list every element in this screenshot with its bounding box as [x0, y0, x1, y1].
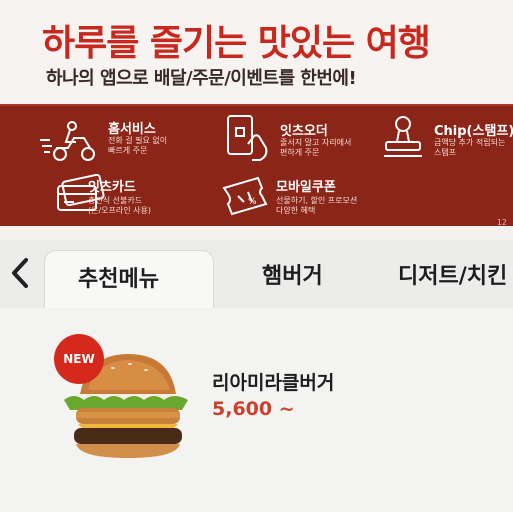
- feature-eats-card[interactable]: 잇츠카드 충전식 선불카드 (온/오프라인 사용): [54, 174, 224, 222]
- feature-desc-line: 다양한 혜택: [276, 206, 316, 215]
- phone-tap-icon: [227, 115, 268, 161]
- banner-footer: [0, 226, 513, 240]
- feature-chip-stamp[interactable]: Chip(스탬프) 금액당 추가 적립되는 스탬프: [380, 114, 513, 162]
- menu-item-name: 리아미라클버거: [212, 372, 335, 394]
- feature-desc-line: 스탬프: [434, 148, 457, 157]
- feature-desc-line: 충전식 선불카드: [88, 196, 143, 205]
- chevron-left-icon[interactable]: [8, 256, 38, 292]
- promo-banner[interactable]: 하루를 즐기는 맛있는 여행 하나의 앱으로 배달/주문/이벤트를 한번에! 홈…: [0, 0, 513, 240]
- banner-subline: 하나의 앱으로 배달/주문/이벤트를 한번에!: [46, 68, 357, 89]
- feature-mobile-coupon[interactable]: % 모바일쿠폰 선물하기, 할인 프로모션 다양한 혜택: [218, 174, 398, 222]
- svg-text:%: %: [248, 197, 257, 207]
- tab-label: 추천메뉴: [78, 267, 159, 292]
- tab-dessert-chicken[interactable]: 디저트/치킨: [398, 258, 507, 290]
- feature-panel: 홈서비스 전화 걸 필요 없이 빠르게 주문 잇츠오더 줄서지 말고 자리에서 …: [0, 104, 513, 228]
- feature-desc-line: 금액당 추가 적립되는: [434, 138, 506, 147]
- banner-headline: 하루를 즐기는 맛있는 여행: [42, 23, 431, 64]
- stamp-icon: [384, 116, 422, 157]
- feature-home-service[interactable]: 홈서비스 전화 걸 필요 없이 빠르게 주문: [38, 118, 208, 166]
- feature-eats-order[interactable]: 잇츠오더 줄서지 말고 자리에서 편하게 주문: [222, 114, 382, 162]
- tab-recommended[interactable]: 추천메뉴: [44, 250, 214, 313]
- feature-desc-line: 줄서지 말고 자리에서: [280, 138, 352, 147]
- tab-hamburger[interactable]: 햄버거: [262, 258, 323, 290]
- feature-title: 잇츠카드: [88, 180, 136, 195]
- feature-desc-line: 전화 걸 필요 없이: [108, 136, 168, 145]
- feature-desc-line: 편하게 주문: [280, 148, 320, 157]
- feature-title: 잇츠오더: [280, 124, 328, 139]
- feature-desc-line: 빠르게 주문: [108, 146, 148, 155]
- feature-desc-line: 선물하기, 할인 프로모션: [276, 196, 358, 205]
- new-badge: NEW: [54, 334, 104, 384]
- feature-title: Chip(스탬프): [434, 124, 513, 139]
- chevron-left-icon: [12, 258, 28, 288]
- coupon-icon: %: [222, 176, 268, 216]
- delivery-scooter-icon: [40, 121, 95, 161]
- feature-title: 홈서비스: [108, 122, 156, 137]
- feature-desc-line: (온/오프라인 사용): [88, 206, 151, 215]
- feature-title: 모바일쿠폰: [276, 180, 336, 195]
- menu-item-price: 5,600 ~: [212, 398, 295, 420]
